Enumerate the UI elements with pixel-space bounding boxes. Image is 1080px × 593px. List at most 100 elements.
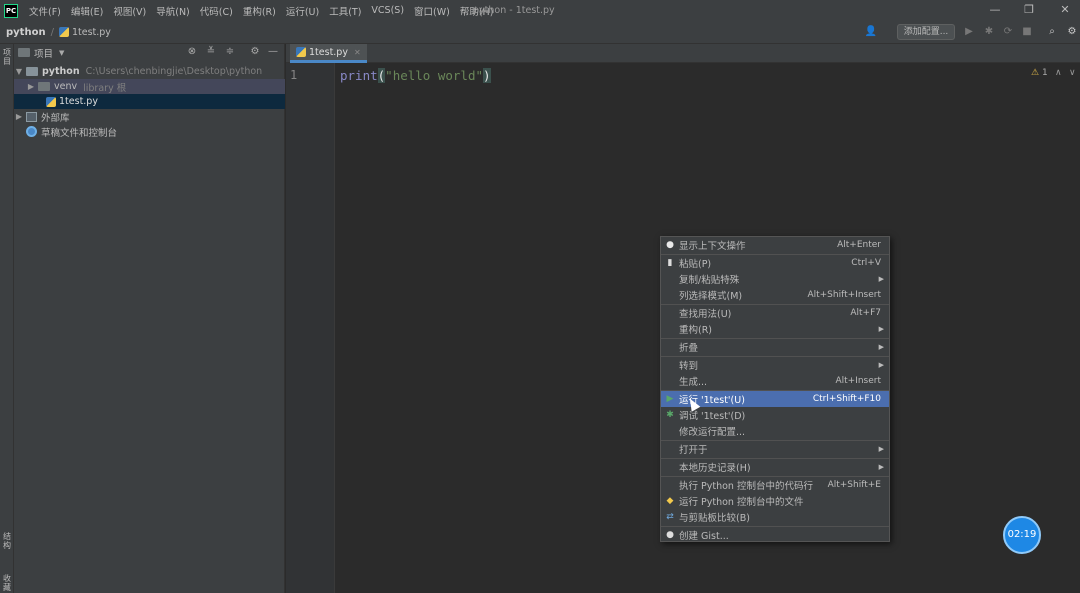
menu-item-edit-run-config[interactable]: 修改运行配置... <box>661 423 889 439</box>
menu-item-find-usages[interactable]: 查找用法(U) Alt+F7 <box>661 305 889 321</box>
breadcrumb-separator: / <box>50 26 54 38</box>
add-configuration-button[interactable]: 添加配置... <box>897 24 955 40</box>
tree-item-external-libraries[interactable]: ▶ 外部库 <box>14 109 285 124</box>
tab-1test-py[interactable]: 1test.py ✕ <box>290 44 367 63</box>
menu-file[interactable]: 文件(F) <box>24 4 66 18</box>
menu-item-run-file-in-console[interactable]: ◆ 运行 Python 控制台中的文件 <box>661 493 889 509</box>
expand-all-icon[interactable]: ≚ <box>205 46 217 58</box>
submenu-arrow-icon: ▶ <box>878 361 884 369</box>
gear-icon[interactable]: ⚙ <box>249 46 261 58</box>
paste-icon: ▮ <box>667 258 673 268</box>
menu-item-goto[interactable]: 转到 ▶ <box>661 357 889 373</box>
submenu-arrow-icon: ▶ <box>878 275 884 283</box>
menu-item-create-gist[interactable]: ● 创建 Gist... <box>661 527 889 543</box>
menu-vcs[interactable]: VCS(S) <box>366 5 409 16</box>
folder-icon <box>38 82 50 91</box>
menu-item-label: 重构(R) <box>679 325 713 336</box>
code-string: "hello world" <box>385 68 484 83</box>
tree-item-file[interactable]: 1test.py <box>14 94 285 109</box>
hide-icon[interactable]: — <box>267 46 279 58</box>
code-close-paren: ) <box>483 68 491 83</box>
project-tool-button[interactable]: 项目 <box>2 48 12 66</box>
close-window-icon[interactable]: ✕ <box>1050 2 1080 18</box>
menu-item-generate[interactable]: 生成... Alt+Insert <box>661 373 889 389</box>
chevron-down-icon[interactable]: ∨ <box>1069 68 1076 78</box>
inspection-count: 1 <box>1041 68 1048 78</box>
chevron-up-icon[interactable]: ∧ <box>1055 68 1062 78</box>
user-icon[interactable]: 👤 <box>864 25 878 39</box>
chevron-down-icon[interactable]: ▼ <box>14 67 24 76</box>
menu-window[interactable]: 窗口(W) <box>409 4 455 18</box>
menu-item-open-in[interactable]: 打开于 ▶ <box>661 441 889 457</box>
chevron-right-icon[interactable]: ▶ <box>14 112 24 121</box>
tree-item-scratches[interactable]: 草稿文件和控制台 <box>14 124 285 139</box>
run-icon[interactable]: ▶ <box>962 25 976 39</box>
tree-item-project-root[interactable]: ▼ python C:\Users\chenbingjie\Desktop\py… <box>14 64 285 79</box>
menu-item-label: 修改运行配置... <box>679 427 746 438</box>
restore-icon[interactable]: ❐ <box>1014 2 1044 18</box>
menu-view[interactable]: 视图(V) <box>108 4 151 18</box>
navigation-bar: python / 1test.py 👤 添加配置... ▶ ✱ ⟳ ■ ⌕ ⚙ <box>0 21 1080 44</box>
stop-icon[interactable]: ■ <box>1020 25 1034 39</box>
menu-item-copy-paste-special[interactable]: 复制/粘贴特殊 ▶ <box>661 271 889 287</box>
menu-item-show-context-actions[interactable]: ● 显示上下文操作 Alt+Enter <box>661 237 889 253</box>
breadcrumb-file-label: 1test.py <box>71 26 111 38</box>
tree-item-venv[interactable]: ▶ venv library 根 <box>14 79 285 94</box>
debug-icon[interactable]: ✱ <box>982 25 996 39</box>
menu-item-label: 转到 <box>679 361 699 372</box>
inspection-widget[interactable]: ⚠ 1 <box>1031 68 1048 78</box>
menu-item-label: 复制/粘贴特殊 <box>679 275 740 286</box>
library-icon <box>26 111 37 122</box>
menu-item-shortcut: Alt+Insert <box>835 376 881 386</box>
menu-item-label: 粘贴(P) <box>679 259 712 270</box>
menu-item-label: 运行 Python 控制台中的文件 <box>679 497 804 508</box>
menu-run[interactable]: 运行(U) <box>281 4 324 18</box>
submenu-arrow-icon: ▶ <box>878 325 884 333</box>
tree-item-path: C:\Users\chenbingjie\Desktop\python <box>85 66 263 77</box>
menu-tools[interactable]: 工具(T) <box>324 4 366 18</box>
menu-item-label: 执行 Python 控制台中的代码行 <box>679 481 813 492</box>
settings-icon[interactable]: ⚙ <box>1065 25 1079 39</box>
menu-item-label: 创建 Gist... <box>679 531 729 542</box>
menu-item-label: 与剪贴板比较(B) <box>679 513 750 524</box>
menu-item-label: 列选择模式(M) <box>679 291 743 302</box>
warning-icon: ⚠ <box>1031 68 1040 78</box>
favorites-tool-button[interactable]: 收藏 <box>2 574 12 592</box>
menu-item-label: 本地历史记录(H) <box>679 463 751 474</box>
menu-code[interactable]: 代码(C) <box>195 4 238 18</box>
structure-tool-button[interactable]: 结构 <box>2 532 12 550</box>
menu-item-paste[interactable]: ▮ 粘贴(P) Ctrl+V <box>661 255 889 271</box>
menu-item-exec-line-in-console[interactable]: 执行 Python 控制台中的代码行 Alt+Shift+E <box>661 477 889 493</box>
left-tool-stripe: 项目 结构 收藏 <box>0 44 14 593</box>
menu-edit[interactable]: 编辑(E) <box>66 4 108 18</box>
close-tab-icon[interactable]: ✕ <box>354 48 361 57</box>
menu-item-label: 生成... <box>679 377 708 388</box>
menu-item-label: 打开于 <box>679 445 708 456</box>
menu-item-local-history[interactable]: 本地历史记录(H) ▶ <box>661 459 889 475</box>
menu-item-label: 调试 '1test'(D) <box>679 411 746 422</box>
menu-item-shortcut: Alt+Shift+Insert <box>807 290 881 300</box>
menu-refactor[interactable]: 重构(R) <box>238 4 281 18</box>
menu-item-column-selection[interactable]: 列选择模式(M) Alt+Shift+Insert <box>661 287 889 303</box>
tree-item-label: 1test.py <box>59 96 98 107</box>
chevron-down-icon[interactable]: ▼ <box>59 49 64 57</box>
menu-item-refactor[interactable]: 重构(R) ▶ <box>661 321 889 337</box>
coverage-icon[interactable]: ⟳ <box>1001 25 1015 39</box>
menu-item-compare-clipboard[interactable]: ⇄ 与剪贴板比较(B) <box>661 509 889 525</box>
code-line[interactable]: print("hello world") <box>340 68 491 83</box>
menu-item-shortcut: Alt+Enter <box>837 240 881 250</box>
project-panel-title[interactable]: 项目 <box>34 46 53 60</box>
search-icon[interactable]: ⌕ <box>1045 25 1059 39</box>
breadcrumb-file[interactable]: 1test.py <box>58 26 111 38</box>
menu-item-folding[interactable]: 折叠 ▶ <box>661 339 889 355</box>
locate-icon[interactable]: ⊗ <box>186 46 198 58</box>
menu-item-shortcut: Alt+Shift+E <box>827 480 881 490</box>
collapse-all-icon[interactable]: ≑ <box>224 46 236 58</box>
pycharm-logo-icon: PC <box>4 3 18 18</box>
minimize-icon[interactable]: — <box>980 2 1010 18</box>
breadcrumb-project[interactable]: python <box>6 27 46 38</box>
tree-item-label: python <box>42 66 80 77</box>
chevron-right-icon[interactable]: ▶ <box>26 82 36 91</box>
menu-item-label: 查找用法(U) <box>679 309 732 320</box>
menu-navigate[interactable]: 导航(N) <box>151 4 195 18</box>
